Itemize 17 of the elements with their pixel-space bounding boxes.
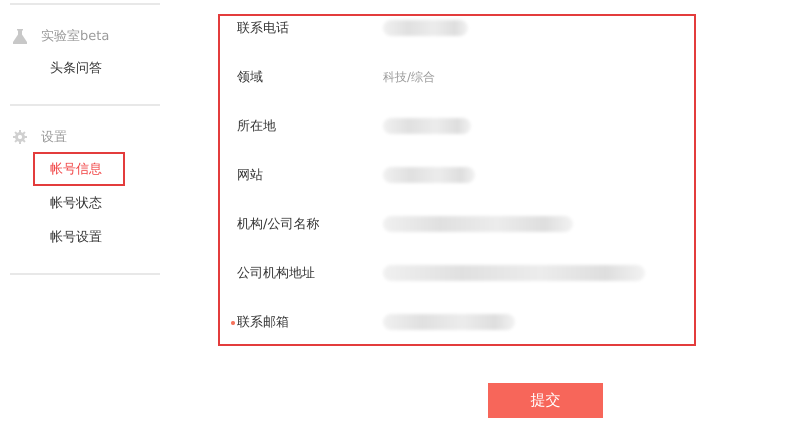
field-label: 公司机构地址 [237, 265, 315, 282]
field-label: 领域 [237, 69, 263, 86]
field-value: 科技/综合 [383, 68, 436, 86]
nav-item[interactable]: 帐号状态 [33, 186, 125, 220]
nav-item[interactable]: 头条问答 [33, 51, 125, 85]
field-label: 所在地 [237, 118, 276, 135]
field-label: 机构/公司名称 [237, 216, 320, 233]
field-label: 联系电话 [237, 20, 289, 37]
field-label: 联系邮箱 [237, 314, 289, 331]
flask-icon [13, 28, 27, 44]
nav-item[interactable]: 帐号设置 [33, 220, 125, 254]
nav-item[interactable]: 帐号信息 [33, 152, 125, 186]
section-title: 设置 [41, 129, 67, 146]
required-dot [231, 321, 235, 325]
field-label: 网站 [237, 167, 263, 184]
gear-icon [13, 130, 27, 144]
section-title: 实验室beta [41, 28, 110, 45]
